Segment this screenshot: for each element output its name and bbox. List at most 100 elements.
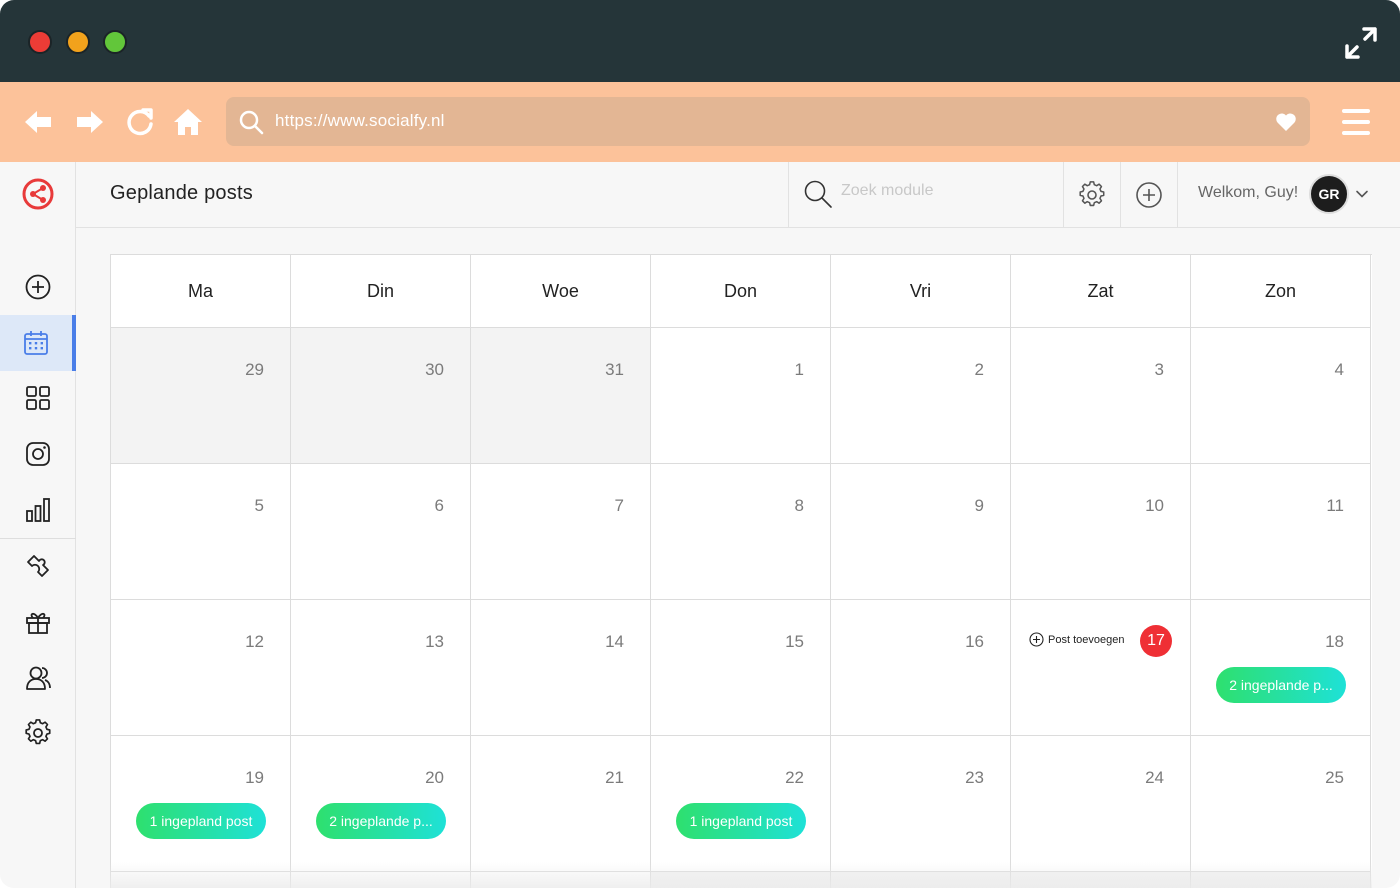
weekday-label: Zat	[1011, 255, 1191, 328]
add-button[interactable]	[1121, 162, 1178, 228]
calendar-day[interactable]: 8	[651, 464, 831, 600]
day-number: 15	[785, 632, 804, 651]
sidebar-item-instagram[interactable]	[0, 426, 76, 482]
calendar-day[interactable]: 5	[111, 464, 291, 600]
sidebar-item-new-post[interactable]	[0, 259, 76, 315]
scheduled-posts-pill[interactable]: 1 ingepland post	[676, 803, 806, 839]
calendar-day[interactable]: 9	[831, 464, 1011, 600]
module-search	[788, 162, 1064, 228]
reload-icon[interactable]	[124, 106, 156, 138]
weekday-label: Woe	[471, 255, 651, 328]
calendar-day[interactable]: 20 2 ingeplande p...	[291, 736, 471, 872]
calendar-day-outside-month[interactable]: 31	[471, 328, 651, 464]
sidebar-item-statistics[interactable]	[0, 482, 76, 538]
search-input[interactable]	[841, 182, 1041, 200]
calendar-day-outside-month[interactable]: 29	[111, 328, 291, 464]
sidebar-item-users[interactable]	[0, 650, 76, 706]
forward-arrow-icon[interactable]	[74, 106, 106, 138]
calendar-day[interactable]: 1	[651, 328, 831, 464]
day-number: 7	[614, 496, 624, 515]
settings-button[interactable]	[1064, 162, 1121, 228]
day-number: 14	[605, 632, 624, 651]
calendar-day-today[interactable]: Post toevoegen 17	[1011, 600, 1191, 736]
calendar-day[interactable]: 7	[471, 464, 651, 600]
calendar-day[interactable]: 19 1 ingepland post	[111, 736, 291, 872]
avatar[interactable]: GR	[1309, 174, 1349, 214]
back-arrow-icon[interactable]	[22, 106, 54, 138]
calendar-day[interactable]: 18 2 ingeplande p...	[1191, 600, 1371, 736]
day-number: 5	[254, 496, 264, 515]
calendar-day[interactable]: 2	[831, 328, 1011, 464]
window-titlebar	[0, 0, 1400, 82]
day-number: 25	[1325, 768, 1344, 787]
weekday-label: Din	[291, 255, 471, 328]
grid-icon	[26, 386, 50, 410]
heart-icon[interactable]	[1274, 110, 1298, 134]
sidebar-item-integrations[interactable]	[0, 538, 76, 594]
weekday-label: Vri	[831, 255, 1011, 328]
app-area: Geplande posts Welkom,	[0, 162, 1400, 888]
browser-toolbar: https://www.socialfy.nl	[0, 82, 1400, 162]
day-number: 22	[785, 768, 804, 787]
calendar-icon	[24, 331, 48, 355]
hamburger-menu-icon[interactable]	[1342, 109, 1370, 135]
calendar-day[interactable]	[831, 872, 1011, 888]
calendar-day[interactable]: 4	[1191, 328, 1371, 464]
calendar-day[interactable]: 14	[471, 600, 651, 736]
calendar-day[interactable]	[1011, 872, 1191, 888]
scheduled-posts-pill[interactable]: 2 ingeplande p...	[316, 803, 446, 839]
calendar-day[interactable]: 22 1 ingepland post	[651, 736, 831, 872]
calendar-day[interactable]: 10	[1011, 464, 1191, 600]
calendar-day[interactable]: 21	[471, 736, 651, 872]
window-zoom-button[interactable]	[103, 30, 127, 54]
day-number: 9	[974, 496, 984, 515]
day-number: 30	[425, 360, 444, 379]
day-number: 4	[1334, 360, 1344, 379]
address-bar[interactable]: https://www.socialfy.nl	[226, 97, 1310, 146]
day-number: 31	[605, 360, 624, 379]
home-icon[interactable]	[172, 106, 204, 138]
share-logo-icon[interactable]	[21, 177, 55, 211]
calendar-day[interactable]: 6	[291, 464, 471, 600]
weekday-label: Zon	[1191, 255, 1371, 328]
calendar-day[interactable]: 13	[291, 600, 471, 736]
day-number: 21	[605, 768, 624, 787]
scheduled-posts-pill[interactable]: 1 ingepland post	[136, 803, 266, 839]
calendar-day[interactable]: 23	[831, 736, 1011, 872]
calendar-day-outside-month[interactable]: 30	[291, 328, 471, 464]
calendar-day[interactable]: 11	[1191, 464, 1371, 600]
calendar-day[interactable]: 12	[111, 600, 291, 736]
window-close-button[interactable]	[28, 30, 52, 54]
gift-icon	[26, 612, 50, 634]
scheduled-posts-pill[interactable]: 2 ingeplande p...	[1216, 667, 1346, 703]
sidebar-item-settings[interactable]	[0, 705, 76, 761]
search-icon	[804, 180, 832, 208]
calendar-day[interactable]	[291, 872, 471, 888]
search-icon	[239, 110, 264, 135]
chevron-down-icon[interactable]	[1355, 187, 1369, 201]
calendar-day[interactable]	[471, 872, 651, 888]
calendar-day[interactable]: 24	[1011, 736, 1191, 872]
fullscreen-icon[interactable]	[1344, 26, 1378, 60]
calendar-day[interactable]	[1191, 872, 1371, 888]
day-number: 18	[1325, 632, 1344, 651]
day-number: 8	[794, 496, 804, 515]
calendar-day[interactable]: 15	[651, 600, 831, 736]
sidebar-item-dashboard[interactable]	[0, 370, 76, 426]
calendar-day[interactable]: 25	[1191, 736, 1371, 872]
calendar-week: 19 1 ingepland post 20 2 ingeplande p...…	[111, 736, 1372, 872]
window-minimize-button[interactable]	[66, 30, 90, 54]
sidebar	[0, 162, 76, 888]
day-number: 10	[1145, 496, 1164, 515]
day-number: 3	[1154, 360, 1164, 379]
calendar-week: 29 30 31 1 2 3 4	[111, 328, 1372, 464]
sidebar-item-rewards[interactable]	[0, 594, 76, 650]
calendar-day[interactable]	[651, 872, 831, 888]
day-number: 19	[245, 768, 264, 787]
calendar-day[interactable]: 3	[1011, 328, 1191, 464]
add-post-button[interactable]: Post toevoegen	[1029, 632, 1124, 647]
calendar-day[interactable]: 16	[831, 600, 1011, 736]
sidebar-item-calendar[interactable]	[0, 315, 76, 371]
day-number: 6	[434, 496, 444, 515]
calendar-day[interactable]	[111, 872, 291, 888]
